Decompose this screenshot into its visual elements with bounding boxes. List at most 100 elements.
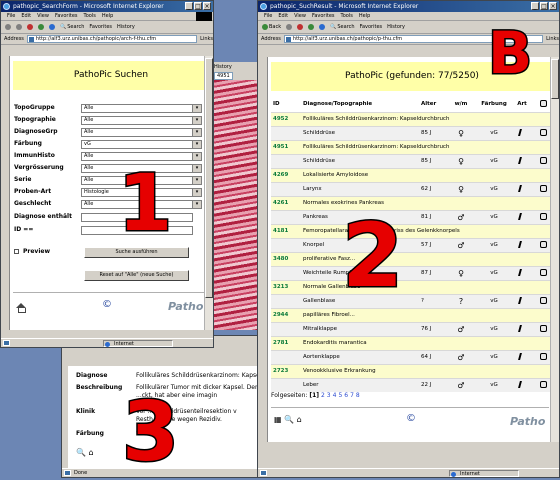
result-diagnosis-row[interactable]: 3480 proliferative Fasz... (271, 251, 552, 266)
detail-nav-icons[interactable]: 🔍 ⌂ (76, 448, 94, 457)
minimize-button[interactable]: _ (185, 2, 193, 10)
result-id[interactable]: 4951 (271, 139, 301, 154)
pager-link[interactable]: 3 (327, 392, 331, 399)
topogruppe-select[interactable]: Alle (81, 104, 202, 113)
stop-button[interactable] (297, 24, 304, 30)
menu-file[interactable]: File (264, 12, 272, 20)
result-diagnosis[interactable]: Endokarditis marantica (301, 335, 552, 350)
result-id[interactable]: 4261 (271, 195, 301, 210)
diagnosegrp-select[interactable]: Alle (81, 128, 202, 137)
microscope-icon[interactable] (511, 321, 533, 336)
scroll-thumb[interactable] (205, 58, 213, 298)
close-button[interactable]: × (203, 2, 211, 10)
favorites-button[interactable]: Favorites (360, 21, 383, 34)
home-icon[interactable]: ⌂ (297, 415, 302, 424)
search-scrollbar[interactable] (204, 56, 213, 330)
search-button[interactable]: 🔍 Search (60, 21, 84, 34)
result-diagnosis-row[interactable]: 2944 papilläres Fibroel... (271, 307, 552, 322)
microscope-icon[interactable] (511, 153, 533, 168)
result-id[interactable]: 3213 (271, 279, 301, 294)
refresh-button[interactable] (38, 24, 44, 30)
grid-icon[interactable]: ▦ (274, 415, 282, 424)
menu-favorites[interactable]: Favorites (55, 12, 78, 20)
microscope-icon[interactable] (511, 349, 533, 364)
stop-button[interactable] (27, 24, 33, 30)
microscope-icon[interactable] (511, 377, 533, 392)
result-organ-row[interactable]: Schilddrüse 85 J ♀ vG (271, 125, 552, 140)
address-input[interactable]: http://alf3.urz.unibas.ch/pathopic/arch-… (26, 35, 198, 43)
result-id[interactable]: 2781 (271, 335, 301, 350)
tissue-field[interactable]: 4951 (214, 72, 233, 80)
maximize-button[interactable]: □ (540, 2, 548, 10)
preview-checkbox[interactable] (14, 249, 19, 254)
maximize-button[interactable]: □ (194, 2, 202, 10)
forward-button[interactable] (286, 24, 293, 30)
result-id[interactable]: 4269 (271, 167, 301, 182)
result-organ-row[interactable]: Leber 22 J ♂ vG (271, 377, 552, 392)
back-button[interactable] (5, 24, 11, 30)
topographie-select[interactable]: Alle (81, 116, 202, 125)
favorites-button[interactable]: Favorites (89, 21, 112, 34)
faerbung-select[interactable]: vG (81, 140, 202, 149)
result-organ-row[interactable]: Aortenklappe 64 J ♂ vG (271, 349, 552, 364)
result-id[interactable]: 3480 (271, 251, 301, 266)
menu-view[interactable]: View (37, 12, 49, 20)
menu-edit[interactable]: Edit (278, 12, 288, 20)
home-icon[interactable]: ⌂ (89, 448, 94, 457)
result-organ[interactable]: Larynx (301, 181, 419, 196)
menu-help[interactable]: Help (102, 12, 113, 20)
forward-button[interactable] (16, 24, 22, 30)
microscope-icon[interactable] (511, 181, 533, 196)
results-scrollbar[interactable] (550, 57, 559, 442)
magnifier-icon[interactable]: 🔍 (284, 415, 294, 424)
result-diagnosis-row[interactable]: 4181 Femoropatellararthrose: alter Einris… (271, 223, 552, 238)
result-organ-row[interactable]: Pankreas 81 J ♂ vG (271, 209, 552, 224)
result-diagnosis[interactable]: Femoropatellararthrose: alter Einriss de… (301, 223, 552, 238)
search-button[interactable]: 🔍 Search (330, 21, 354, 34)
result-diagnosis[interactable]: Follikuläres Schilddrüsenkarzinom: Kapse… (301, 111, 552, 126)
home-button[interactable] (319, 24, 326, 30)
results-titlebar[interactable]: pathopic_SuchResult - Microsoft Internet… (258, 1, 559, 12)
back-button[interactable]: Back (262, 21, 281, 34)
pager-link[interactable]: 5 (338, 392, 342, 399)
result-id[interactable]: 4952 (271, 111, 301, 126)
result-organ[interactable]: Schilddrüse (301, 125, 419, 140)
microscope-icon[interactable] (511, 125, 533, 140)
menu-edit[interactable]: Edit (21, 12, 31, 20)
pager-link[interactable]: 4 (333, 392, 337, 399)
links-button[interactable]: Links (200, 34, 213, 45)
result-diagnosis-row[interactable]: 2781 Endokarditis marantica (271, 335, 552, 350)
menu-help[interactable]: Help (359, 12, 370, 20)
result-diagnosis[interactable]: Normales exokrines Pankreas (301, 195, 552, 210)
result-organ[interactable]: Leber (301, 377, 419, 392)
result-organ-row[interactable]: Knorpel 57 J ♂ vG (271, 237, 552, 252)
result-organ-row[interactable]: Larynx 62 J ♀ vG (271, 181, 552, 196)
result-diagnosis[interactable]: Venookklusive Erkrankung (301, 363, 552, 378)
result-organ-row[interactable]: Schilddrüse 85 J ♀ vG (271, 153, 552, 168)
result-id[interactable]: 4181 (271, 223, 301, 238)
minimize-button[interactable]: _ (531, 2, 539, 10)
menu-view[interactable]: View (294, 12, 306, 20)
menu-file[interactable]: File (7, 12, 15, 20)
result-organ[interactable]: Mitralklappe (301, 321, 419, 336)
result-organ[interactable]: Aortenklappe (301, 349, 419, 364)
magnifier-icon[interactable]: 🔍 (76, 448, 86, 457)
history-button[interactable]: History (117, 21, 135, 34)
pager-link[interactable]: 7 (350, 392, 354, 399)
search-titlebar[interactable]: pathopic_SearchForm - Microsoft Internet… (1, 1, 213, 12)
reset-button[interactable]: Reset auf "Alle" (neue Suche) (84, 270, 189, 281)
result-diagnosis-row[interactable]: 3213 Normale Gallenblase (271, 279, 552, 294)
microscope-icon[interactable] (511, 265, 533, 280)
pager-link[interactable]: 2 (321, 392, 325, 399)
scroll-thumb[interactable] (551, 59, 559, 99)
microscope-icon[interactable] (511, 237, 533, 252)
menu-tools[interactable]: Tools (341, 12, 353, 20)
home-button[interactable] (49, 24, 55, 30)
result-diagnosis-row[interactable]: 2723 Venookklusive Erkrankung (271, 363, 552, 378)
result-diagnosis-row[interactable]: 4261 Normales exokrines Pankreas (271, 195, 552, 210)
copyright-icon[interactable]: © (406, 413, 416, 424)
result-diagnosis-row[interactable]: 4951 Follikuläres Schilddrüsenkarzinom: K… (271, 139, 552, 154)
result-diagnosis-row[interactable]: 4269 Lokalisierte Amyloidose (271, 167, 552, 182)
result-diagnosis[interactable]: Normale Gallenblase (301, 279, 552, 294)
result-id[interactable]: 2723 (271, 363, 301, 378)
